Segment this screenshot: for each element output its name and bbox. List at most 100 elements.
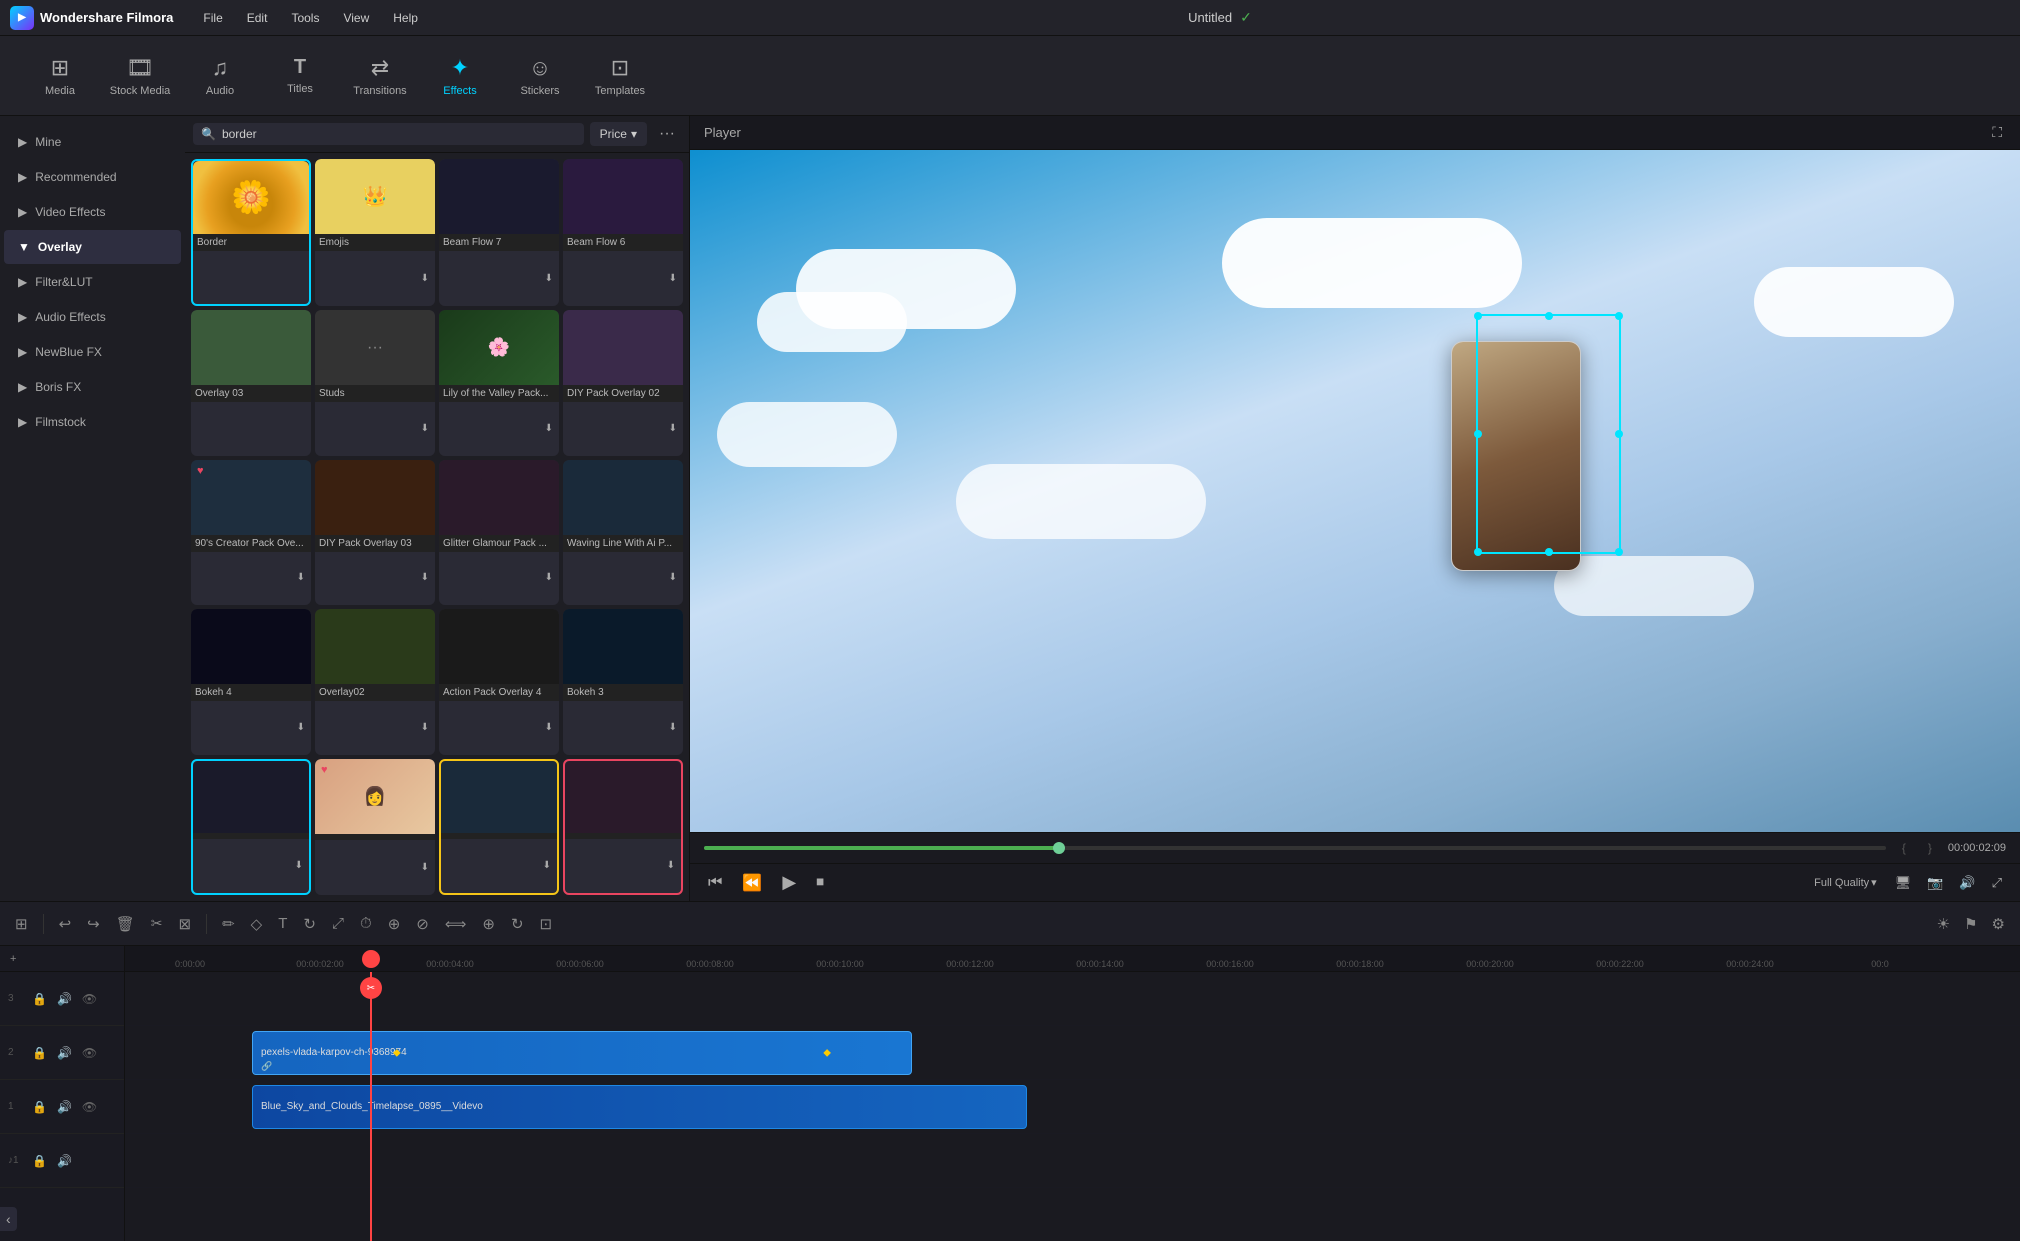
sidebar-item-recommended[interactable]: ▶ Recommended (4, 160, 181, 194)
menu-file[interactable]: File (191, 0, 234, 36)
toolbar-media[interactable]: ⊞ Media (20, 41, 100, 111)
volume-button[interactable]: 🔊 (1955, 873, 1979, 893)
delete-button[interactable]: 🗑 (111, 911, 140, 937)
effect-item-5[interactable]: Overlay 03 (191, 310, 311, 456)
timer-button[interactable]: ⏱ (355, 911, 377, 936)
transform-button[interactable]: ⤢ (327, 911, 349, 936)
effect-item-14[interactable]: ⬇Overlay02 (315, 609, 435, 755)
effect-item-8[interactable]: ⬇DIY Pack Overlay 02 (563, 310, 683, 456)
remove-marker-button[interactable]: ⊘ (411, 911, 434, 937)
loop-button[interactable]: ↻ (506, 911, 529, 937)
track-audio-lock[interactable]: 🔒 (30, 1152, 49, 1170)
fit-button[interactable]: ⊡ (535, 911, 558, 937)
player-progress-thumb[interactable] (1053, 842, 1065, 854)
sidebar-item-filmstock[interactable]: ▶ Filmstock (4, 405, 181, 439)
timeline-more-button[interactable]: ⚙ (1987, 911, 2010, 937)
toolbar-effects[interactable]: ✦ Effects (420, 41, 500, 111)
toolbar-stock-media[interactable]: 🎞 Stock Media (100, 41, 180, 111)
screenshot-button[interactable]: 📷 (1923, 873, 1947, 893)
crop-mark-button[interactable]: ⊠ (174, 911, 197, 937)
player-expand-button[interactable]: ⛶ (1988, 122, 2006, 143)
add-track-button[interactable]: ⊕ (477, 911, 500, 937)
effect-label-4: Beam Flow 6 (563, 234, 683, 251)
rewind-button[interactable]: ⏮ (704, 872, 726, 894)
cloud-2 (757, 292, 907, 352)
monitor-icon-button[interactable]: 🖥 (1891, 873, 1916, 893)
track-1-eye[interactable]: 👁 (80, 1098, 99, 1116)
effect-item-15[interactable]: ⬇Action Pack Overlay 4 (439, 609, 559, 755)
effect-item-17[interactable]: ⬇ (191, 759, 311, 895)
toolbar-templates[interactable]: ⊡ Templates (580, 41, 660, 111)
rotate-button[interactable]: ↻ (298, 911, 321, 937)
menu-view[interactable]: View (331, 0, 381, 36)
sidebar-item-newblue[interactable]: ▶ NewBlue FX (4, 335, 181, 369)
effect-thumb-16 (563, 609, 683, 684)
track-clip-1[interactable]: Blue_Sky_and_Clouds_Timelapse_0895__Vide… (252, 1085, 1027, 1129)
track-3-eye[interactable]: 👁 (80, 990, 99, 1008)
effect-item-12[interactable]: ⬇Waving Line With Ai P... (563, 460, 683, 606)
timeline-settings-button[interactable]: ☀ (1932, 911, 1955, 937)
play-button[interactable]: ▶ (778, 870, 800, 895)
track-clip-2[interactable]: pexels-vlada-karpov-ch-9368974 ◆ ◆ 🔗 (252, 1031, 912, 1075)
track-2-audio[interactable]: 🔊 (55, 1044, 74, 1062)
effect-item-20[interactable]: ⬇ (563, 759, 683, 895)
step-back-button[interactable]: ⏪ (738, 871, 766, 895)
add-track-ctrl-button[interactable]: + (8, 951, 18, 967)
timeline-layout-button[interactable]: ⊞ (10, 911, 33, 937)
effect-item-11[interactable]: ⬇Glitter Glamour Pack ... (439, 460, 559, 606)
text-button[interactable]: T (273, 911, 292, 936)
menu-help[interactable]: Help (381, 0, 430, 36)
ruler-mark-7: 00:00:14:00 (1035, 959, 1165, 969)
playhead[interactable] (370, 972, 372, 1241)
toolbar-transitions[interactable]: ⇄ Transitions (340, 41, 420, 111)
effect-item-16[interactable]: ⬇Bokeh 3 (563, 609, 683, 755)
price-filter-button[interactable]: Price ▾ (590, 122, 647, 146)
stretch-button[interactable]: ⟺ (440, 911, 472, 937)
stop-button[interactable]: ⏹ (812, 872, 828, 894)
track-2-lock[interactable]: 🔒 (30, 1044, 49, 1062)
menu-tools[interactable]: Tools (279, 0, 331, 36)
sidebar-item-filter-lut[interactable]: ▶ Filter&LUT (4, 265, 181, 299)
quality-select-button[interactable]: Full Quality ▾ (1808, 874, 1883, 891)
sidebar-item-mine[interactable]: ▶ Mine (4, 125, 181, 159)
effect-item-13[interactable]: ⬇Bokeh 4 (191, 609, 311, 755)
effect-item-19[interactable]: ⬇ (439, 759, 559, 895)
more-options-button[interactable]: ··· (653, 123, 681, 145)
track-1-lock[interactable]: 🔒 (30, 1098, 49, 1116)
toolbar-audio[interactable]: ♫ Audio (180, 41, 260, 111)
sidebar-item-audio-effects[interactable]: ▶ Audio Effects (4, 300, 181, 334)
cut-button[interactable]: ✂ (146, 911, 168, 936)
menu-edit[interactable]: Edit (235, 0, 280, 36)
effect-label-7: Lily of the Valley Pack... (439, 385, 559, 402)
effect-item-18[interactable]: 👩♥⬇ (315, 759, 435, 895)
sidebar-item-overlay[interactable]: ▼ Overlay (4, 230, 181, 264)
effect-item-9[interactable]: ♥⬇90's Creator Pack Ove... (191, 460, 311, 606)
player-progress-bar[interactable] (704, 846, 1886, 850)
add-marker-button[interactable]: ⊕ (383, 911, 406, 937)
track-3-lock[interactable]: 🔒 (30, 990, 49, 1008)
fullscreen-button[interactable]: ⤢ (1988, 873, 2006, 893)
effect-item-10[interactable]: ⬇DIY Pack Overlay 03 (315, 460, 435, 606)
sidebar-item-video-effects[interactable]: ▶ Video Effects (4, 195, 181, 229)
timeline-flag-button[interactable]: ⚑ (1959, 911, 1982, 937)
undo-button[interactable]: ↩ (54, 911, 77, 937)
track-1-audio[interactable]: 🔊 (55, 1098, 74, 1116)
sidebar-item-boris[interactable]: ▶ Boris FX (4, 370, 181, 404)
effect-item-1[interactable]: 🌼Border (191, 159, 311, 306)
title-status-icon: ✓ (1240, 9, 1252, 26)
toolbar-titles[interactable]: T Titles (260, 41, 340, 111)
effect-item-4[interactable]: ⬇Beam Flow 6 (563, 159, 683, 306)
track-audio-mute[interactable]: 🔊 (55, 1152, 74, 1170)
effect-item-6[interactable]: ···⬇Studs (315, 310, 435, 456)
track-2-eye[interactable]: 👁 (80, 1044, 99, 1062)
redo-button[interactable]: ↪ (82, 911, 105, 937)
timeline-edit-button[interactable]: ✏ (217, 911, 240, 937)
track-3-audio[interactable]: 🔊 (55, 990, 74, 1008)
keyframe-button[interactable]: ◇ (246, 911, 268, 937)
toolbar-stickers[interactable]: ☺ Stickers (500, 41, 580, 111)
effect-item-7[interactable]: 🌸⬇Lily of the Valley Pack... (439, 310, 559, 456)
effect-item-2[interactable]: 👑⬇Emojis (315, 159, 435, 306)
effects-search-input[interactable] (222, 127, 576, 141)
effects-search-bar: 🔍 Price ▾ ··· (185, 116, 689, 153)
effect-item-3[interactable]: ⬇Beam Flow 7 (439, 159, 559, 306)
